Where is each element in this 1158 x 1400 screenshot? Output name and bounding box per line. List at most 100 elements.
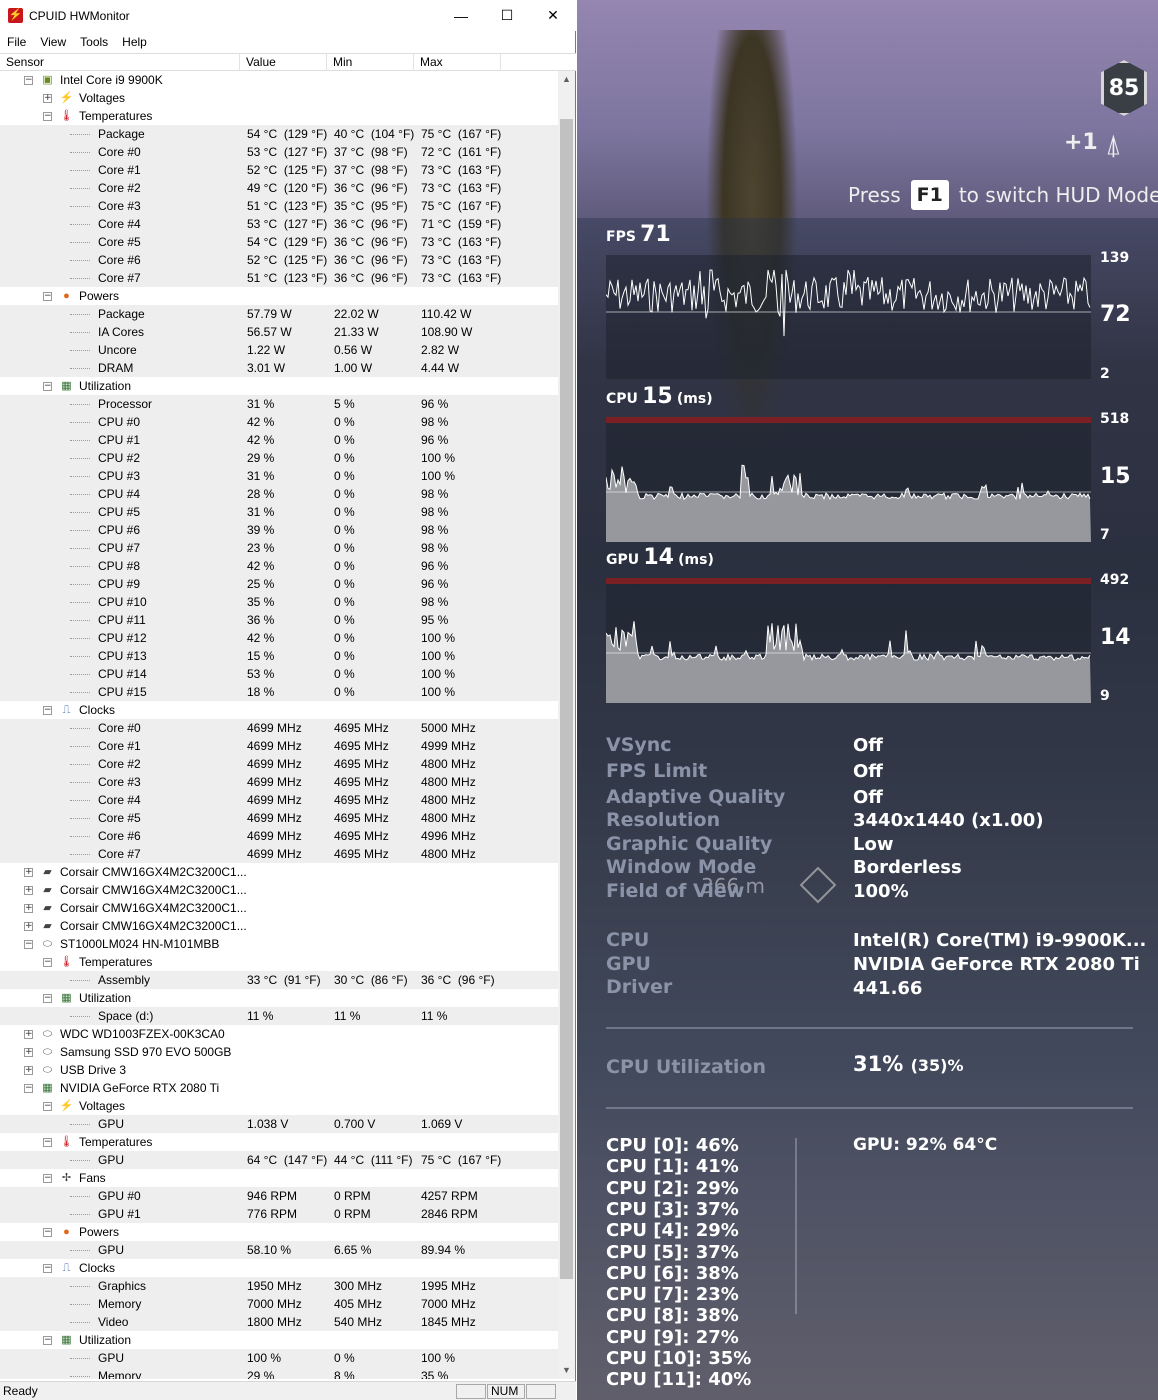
sensor-row[interactable]: Core #3 4699 MHz 4695 MHz 4800 MHz: [0, 773, 558, 791]
sensor-row[interactable]: CPU #10 35 % 0 % 98 %: [0, 593, 558, 611]
sensor-row[interactable]: CPU #15 18 % 0 % 100 %: [0, 683, 558, 701]
sensor-group[interactable]: − ▦ Utilization: [0, 1331, 558, 1349]
sensor-row[interactable]: CPU #9 25 % 0 % 96 %: [0, 575, 558, 593]
expand-icon[interactable]: +: [24, 868, 33, 877]
sensor-group[interactable]: − ⎍ Clocks: [0, 1259, 558, 1277]
sensor-group[interactable]: − ⚡ Voltages: [0, 1097, 558, 1115]
sensor-row[interactable]: Graphics 1950 MHz 300 MHz 1995 MHz: [0, 1277, 558, 1295]
close-button[interactable]: ✕: [530, 0, 576, 31]
sensor-row[interactable]: Core #6 4699 MHz 4695 MHz 4996 MHz: [0, 827, 558, 845]
collapse-icon[interactable]: −: [43, 1138, 52, 1147]
sensor-row[interactable]: Core #5 54 °C (129 °F) 36 °C (96 °F) 73 °C …: [0, 233, 558, 251]
scroll-down-icon[interactable]: ▼: [558, 1362, 575, 1379]
expand-icon[interactable]: +: [24, 1030, 33, 1039]
sensor-group[interactable]: + ⬭ WDC WD1003FZEX-00K3CA0: [0, 1025, 558, 1043]
sensor-group[interactable]: + ⬭ Samsung SSD 970 EVO 500GB: [0, 1043, 558, 1061]
collapse-icon[interactable]: −: [43, 1264, 52, 1273]
menu-tools[interactable]: Tools: [73, 35, 115, 49]
menu-file[interactable]: File: [0, 35, 33, 49]
sensor-group[interactable]: + ⚡ Voltages: [0, 89, 558, 107]
sensor-row[interactable]: CPU #14 53 % 0 % 100 %: [0, 665, 558, 683]
sensor-row[interactable]: Package 54 °C (129 °F) 40 °C (104 °F) 75 °C…: [0, 125, 558, 143]
sensor-row[interactable]: GPU 64 °C (147 °F) 44 °C (111 °F) 75 °C (16…: [0, 1151, 558, 1169]
sensor-group[interactable]: + ⬭ USB Drive 3: [0, 1061, 558, 1079]
sensor-row[interactable]: Core #6 52 °C (125 °F) 36 °C (96 °F) 73 °C …: [0, 251, 558, 269]
sensor-row[interactable]: CPU #0 42 % 0 % 98 %: [0, 413, 558, 431]
collapse-icon[interactable]: −: [43, 112, 52, 121]
sensor-row[interactable]: CPU #13 15 % 0 % 100 %: [0, 647, 558, 665]
column-max[interactable]: Max: [414, 54, 501, 71]
expand-icon[interactable]: +: [43, 94, 52, 103]
sensor-row[interactable]: CPU #3 31 % 0 % 100 %: [0, 467, 558, 485]
sensor-row[interactable]: GPU 1.038 V 0.700 V 1.069 V: [0, 1115, 558, 1133]
title-bar[interactable]: ⚡ CPUID HWMonitor — ☐ ✕: [0, 0, 576, 31]
collapse-icon[interactable]: −: [43, 1102, 52, 1111]
sensor-group[interactable]: + ▰ Corsair CMW16GX4M2C3200C1...: [0, 863, 558, 881]
sensor-group[interactable]: − 🌡 Temperatures: [0, 107, 558, 125]
sensor-row[interactable]: Core #7 4699 MHz 4695 MHz 4800 MHz: [0, 845, 558, 863]
sensor-group[interactable]: − ▦ NVIDIA GeForce RTX 2080 Ti: [0, 1079, 558, 1097]
sensor-group[interactable]: + ▰ Corsair CMW16GX4M2C3200C1...: [0, 917, 558, 935]
sensor-row[interactable]: Video 1800 MHz 540 MHz 1845 MHz: [0, 1313, 558, 1331]
sensor-group[interactable]: + ▰ Corsair CMW16GX4M2C3200C1...: [0, 881, 558, 899]
sensor-group[interactable]: + ▰ Corsair CMW16GX4M2C3200C1...: [0, 899, 558, 917]
sensor-row[interactable]: Core #0 53 °C (127 °F) 37 °C (98 °F) 72 °C …: [0, 143, 558, 161]
sensor-row[interactable]: Core #1 4699 MHz 4695 MHz 4999 MHz: [0, 737, 558, 755]
sensor-row[interactable]: CPU #5 31 % 0 % 98 %: [0, 503, 558, 521]
sensor-row[interactable]: IA Cores 56.57 W 21.33 W 108.90 W: [0, 323, 558, 341]
scroll-up-icon[interactable]: ▲: [558, 71, 575, 88]
sensor-group[interactable]: − ▣ Intel Core i9 9900K: [0, 71, 558, 89]
sensor-row[interactable]: Core #5 4699 MHz 4695 MHz 4800 MHz: [0, 809, 558, 827]
sensor-row[interactable]: CPU #7 23 % 0 % 98 %: [0, 539, 558, 557]
sensor-row[interactable]: CPU #4 28 % 0 % 98 %: [0, 485, 558, 503]
sensor-row[interactable]: GPU 58.10 % 6.65 % 89.94 %: [0, 1241, 558, 1259]
sensor-row[interactable]: Memory 7000 MHz 405 MHz 7000 MHz: [0, 1295, 558, 1313]
sensor-row[interactable]: CPU #6 39 % 0 % 98 %: [0, 521, 558, 539]
column-value[interactable]: Value: [240, 54, 327, 71]
vertical-scrollbar[interactable]: ▲ ▼: [558, 71, 575, 1379]
collapse-icon[interactable]: −: [43, 706, 52, 715]
sensor-row[interactable]: Core #1 52 °C (125 °F) 37 °C (98 °F) 73 °C …: [0, 161, 558, 179]
expand-icon[interactable]: +: [24, 1048, 33, 1057]
sensor-group[interactable]: − ✢ Fans: [0, 1169, 558, 1187]
sensor-row[interactable]: Processor 31 % 5 % 96 %: [0, 395, 558, 413]
sensor-group[interactable]: − ⎍ Clocks: [0, 701, 558, 719]
collapse-icon[interactable]: −: [43, 1228, 52, 1237]
expand-icon[interactable]: +: [24, 1066, 33, 1075]
sensor-group[interactable]: − ● Powers: [0, 1223, 558, 1241]
sensor-row[interactable]: CPU #8 42 % 0 % 96 %: [0, 557, 558, 575]
sensor-row[interactable]: DRAM 3.01 W 1.00 W 4.44 W: [0, 359, 558, 377]
collapse-icon[interactable]: −: [43, 1174, 52, 1183]
sensor-row[interactable]: Core #4 4699 MHz 4695 MHz 4800 MHz: [0, 791, 558, 809]
sensor-group[interactable]: − ● Powers: [0, 287, 558, 305]
menu-help[interactable]: Help: [115, 35, 154, 49]
sensor-row[interactable]: GPU 100 % 0 % 100 %: [0, 1349, 558, 1367]
sensor-row[interactable]: Assembly 33 °C (91 °F) 30 °C (86 °F) 36 °C …: [0, 971, 558, 989]
column-sensor[interactable]: Sensor: [0, 54, 240, 71]
sensor-row[interactable]: Uncore 1.22 W 0.56 W 2.82 W: [0, 341, 558, 359]
sensor-row[interactable]: Space (d:) 11 % 11 % 11 %: [0, 1007, 558, 1025]
sensor-row[interactable]: CPU #11 36 % 0 % 95 %: [0, 611, 558, 629]
sensor-group[interactable]: − 🌡 Temperatures: [0, 953, 558, 971]
sensor-row[interactable]: GPU #1 776 RPM 0 RPM 2846 RPM: [0, 1205, 558, 1223]
minimize-button[interactable]: —: [438, 0, 484, 31]
collapse-icon[interactable]: −: [43, 292, 52, 301]
sensor-row[interactable]: Package 57.79 W 22.02 W 110.42 W: [0, 305, 558, 323]
sensor-group[interactable]: − 🌡 Temperatures: [0, 1133, 558, 1151]
collapse-icon[interactable]: −: [43, 994, 52, 1003]
expand-icon[interactable]: +: [24, 922, 33, 931]
sensor-row[interactable]: Core #4 53 °C (127 °F) 36 °C (96 °F) 71 °C …: [0, 215, 558, 233]
collapse-icon[interactable]: −: [43, 1336, 52, 1345]
expand-icon[interactable]: +: [24, 904, 33, 913]
sensor-group[interactable]: − ▦ Utilization: [0, 377, 558, 395]
collapse-icon[interactable]: −: [24, 1084, 33, 1093]
scrollbar-thumb[interactable]: [560, 119, 573, 1279]
sensor-row[interactable]: CPU #12 42 % 0 % 100 %: [0, 629, 558, 647]
sensor-group[interactable]: − ⬭ ST1000LM024 HN-M101MBB: [0, 935, 558, 953]
sensor-row[interactable]: Core #0 4699 MHz 4695 MHz 5000 MHz: [0, 719, 558, 737]
collapse-icon[interactable]: −: [43, 382, 52, 391]
sensor-row[interactable]: Memory 29 % 8 % 35 %: [0, 1367, 558, 1379]
column-min[interactable]: Min: [327, 54, 414, 71]
maximize-button[interactable]: ☐: [484, 0, 530, 31]
collapse-icon[interactable]: −: [24, 76, 33, 85]
